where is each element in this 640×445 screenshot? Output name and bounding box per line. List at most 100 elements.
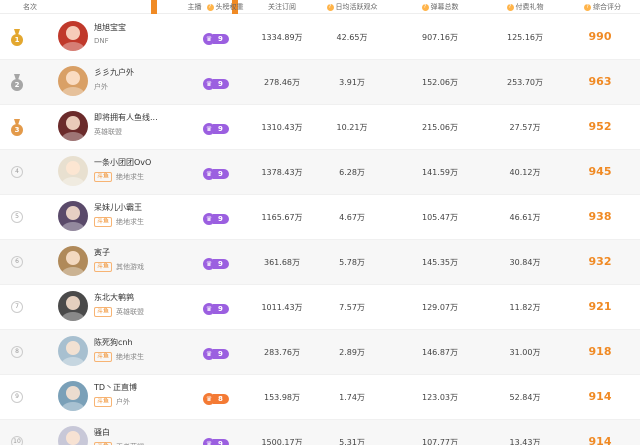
rank-number: 4	[11, 166, 23, 178]
gift-total: 13.43万	[509, 438, 541, 445]
header-active: ? 日均活跃观众	[322, 0, 382, 14]
weight-value: 9	[213, 214, 229, 224]
table-header: 名次 主播 ? 头榜权重 关注订阅 ? 日均活跃观众 ? 弹幕总数 ? 付费礼物…	[0, 0, 640, 14]
rank-cell: 10	[10, 434, 26, 445]
follow-count: 1378.43万	[261, 168, 303, 177]
avatar[interactable]	[58, 201, 88, 231]
streamer-name[interactable]: 陈死狗cnh	[94, 337, 133, 348]
streamer-name[interactable]: 即将拥有人鱼线...	[94, 112, 158, 123]
table-row[interactable]: 2 彡彡九户外 户外 ♛ 9 278.46万 3.91万 152.06万 253…	[0, 60, 640, 105]
gift-total: 30.84万	[509, 258, 541, 267]
follow-count: 1334.89万	[261, 33, 303, 42]
header-danmu: ? 弹幕总数	[410, 0, 470, 14]
table-row[interactable]: 9 TD丶正直博 斗鱼 户外 ♛ 8 153.98万 1.74万 123.03万…	[0, 375, 640, 420]
follow-count: 153.98万	[264, 393, 300, 402]
gift-total: 27.57万	[509, 123, 541, 132]
header-gift-label: 付费礼物	[515, 3, 544, 11]
avatar[interactable]	[58, 21, 88, 51]
streamer-category: 户外	[116, 398, 131, 406]
danmu-total: 152.06万	[422, 78, 458, 87]
danmu-total: 107.77万	[422, 438, 458, 445]
platform-tag: 斗鱼	[94, 397, 113, 407]
danmu-total: 146.87万	[422, 348, 458, 357]
rank-cell: 1	[10, 29, 26, 46]
weight-badge: ♛ 8	[203, 393, 229, 405]
gift-total: 52.84万	[509, 393, 541, 402]
weight-value: 9	[213, 124, 229, 134]
rank-cell: 9	[10, 389, 26, 405]
streamer-name[interactable]: TD丶正直博	[94, 382, 137, 393]
rank-number: 9	[11, 391, 23, 403]
danmu-total: 907.16万	[422, 33, 458, 42]
overall-score: 963	[588, 75, 612, 88]
streamer-name[interactable]: 呆妹儿小霸王	[94, 202, 142, 213]
active-viewers: 10.21万	[336, 123, 368, 132]
streamer-name[interactable]: 一条小团团OvO	[94, 157, 151, 168]
streamer-meta: DNF	[94, 37, 109, 45]
help-icon[interactable]: ?	[421, 3, 429, 11]
help-icon[interactable]: ?	[326, 3, 334, 11]
active-viewers: 7.57万	[339, 303, 365, 312]
avatar[interactable]	[58, 66, 88, 96]
streamer-name[interactable]: 旭旭宝宝	[94, 22, 126, 33]
table-row[interactable]: 4 一条小团团OvO 斗鱼 绝地求生 ♛ 9 1378.43万 6.28万 14…	[0, 150, 640, 195]
help-icon[interactable]: ?	[506, 3, 514, 11]
gift-total: 31.00万	[509, 348, 541, 357]
overall-score: 952	[588, 120, 612, 133]
overall-score: 938	[588, 210, 612, 223]
platform-tag: 斗鱼	[94, 307, 113, 317]
streamer-meta: 户外	[94, 82, 108, 92]
platform-tag: 斗鱼	[94, 262, 113, 272]
weight-badge: ♛ 9	[203, 123, 229, 135]
streamer-name[interactable]: 彡彡九户外	[94, 67, 134, 78]
rank-number: 2	[11, 79, 23, 91]
overall-score: 914	[588, 390, 612, 403]
avatar[interactable]	[58, 156, 88, 186]
header-gift: ? 付费礼物	[495, 0, 555, 14]
streamer-name[interactable]: 东北大鹌鹑	[94, 292, 134, 303]
danmu-total: 123.03万	[422, 393, 458, 402]
rank-number: 6	[11, 256, 23, 268]
overall-score: 921	[588, 300, 612, 313]
streamer-category: 其他游戏	[116, 263, 145, 271]
follow-count: 1500.17万	[261, 438, 303, 445]
gold-medal-icon: 1	[10, 29, 24, 46]
avatar[interactable]	[58, 426, 88, 445]
table-row[interactable]: 3 即将拥有人鱼线... 英雄联盟 ♛ 9 1310.43万 10.21万 21…	[0, 105, 640, 150]
avatar[interactable]	[58, 111, 88, 141]
weight-value: 9	[213, 79, 229, 89]
weight-value: 9	[213, 259, 229, 269]
streamer-category: 英雄联盟	[116, 308, 145, 316]
table-row[interactable]: 10 骚白 斗鱼 王者荣耀 ♛ 9 1500.17万 5.31万 107.77万…	[0, 420, 640, 445]
table-row[interactable]: 7 东北大鹌鹑 斗鱼 英雄联盟 ♛ 9 1011.43万 7.57万 129.0…	[0, 285, 640, 330]
avatar[interactable]	[58, 246, 88, 276]
streamer-name[interactable]: 寅子	[94, 247, 110, 258]
streamer-category: 绝地求生	[116, 218, 145, 226]
rank-number: 5	[11, 211, 23, 223]
gift-total: 253.70万	[507, 78, 543, 87]
table-row[interactable]: 1 旭旭宝宝 DNF ♛ 9 1334.89万 42.65万 907.16万 1…	[0, 15, 640, 60]
table-row[interactable]: 8 陈死狗cnh 斗鱼 绝地求生 ♛ 9 283.76万 2.89万 146.8…	[0, 330, 640, 375]
rank-cell: 2	[10, 74, 26, 91]
avatar[interactable]	[58, 336, 88, 366]
gift-total: 40.12万	[509, 168, 541, 177]
rank-number: 1	[11, 34, 23, 46]
help-icon[interactable]: ?	[206, 3, 214, 11]
rank-number: 3	[11, 124, 23, 136]
streamer-meta: 斗鱼 户外	[94, 397, 130, 407]
active-viewers: 5.31万	[339, 438, 365, 445]
streamer-category: DNF	[94, 37, 109, 45]
help-icon[interactable]: ?	[584, 3, 591, 11]
weight-badge: ♛ 9	[203, 168, 229, 180]
table-row[interactable]: 6 寅子 斗鱼 其他游戏 ♛ 9 361.68万 5.78万 145.35万 3…	[0, 240, 640, 285]
header-active-label: 日均活跃观众	[335, 3, 378, 11]
weight-value: 9	[213, 439, 229, 445]
weight-value: 9	[213, 349, 229, 359]
table-row[interactable]: 5 呆妹儿小霸王 斗鱼 绝地求生 ♛ 9 1165.67万 4.67万 105.…	[0, 195, 640, 240]
avatar[interactable]	[58, 291, 88, 321]
weight-badge: ♛ 9	[203, 33, 229, 45]
streamer-name[interactable]: 骚白	[94, 427, 110, 438]
avatar[interactable]	[58, 381, 88, 411]
overall-score: 945	[588, 165, 612, 178]
gift-total: 11.82万	[509, 303, 541, 312]
